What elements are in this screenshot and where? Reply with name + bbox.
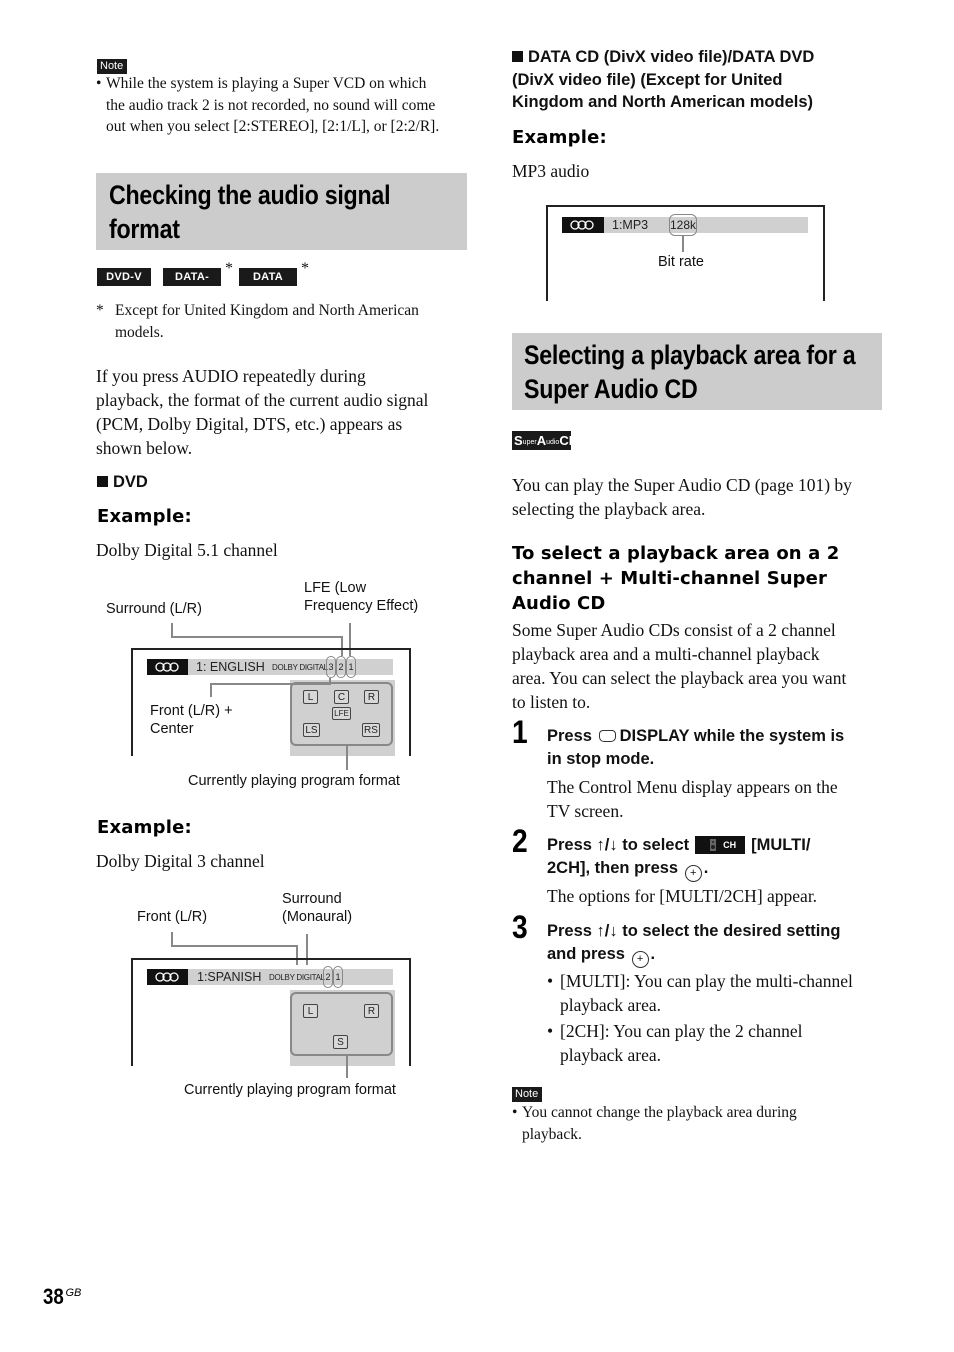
step-number-1: 1 — [512, 714, 528, 750]
footnote: * Except for United Kingdom and North Ame… — [96, 302, 419, 341]
osd-track: 1:SPANISH — [197, 970, 262, 984]
badge-dvd-v: DVD-V — [97, 268, 151, 286]
top-note-text: • While the system is playing a Super VCD… — [96, 75, 440, 135]
osd-codec: DOLBY DIGITAL — [272, 663, 328, 672]
section-header-audio-format: Checking the audio signal format — [96, 173, 467, 250]
multi-2ch-icon: CH — [695, 836, 746, 854]
badge-data-dvd: DATA DVD — [239, 268, 297, 301]
channel-lfe: 1 — [346, 656, 356, 678]
bottom-note-text: • You cannot change the playback area dur… — [512, 1104, 797, 1143]
tv-screen: 1:MP3 128k Bit rate — [546, 205, 825, 301]
callout-surround: Surround (L/R) — [106, 601, 202, 617]
speaker-rs: RS — [362, 723, 380, 737]
intro-paragraph: If you press AUDIO repeatedly during pla… — [96, 366, 429, 458]
step-2-instruction: Press ↑/↓ to select CH [MULTI/ 2CH], then … — [547, 834, 892, 882]
note-badge: Note — [97, 59, 128, 74]
subsection-title: To select a playback area on a 2 channel… — [512, 543, 840, 614]
audio-disc-icon — [147, 659, 188, 675]
channel-front: 2 — [323, 966, 333, 988]
callout-bit-rate: Bit rate — [658, 254, 704, 270]
callout-front-center: Front (L/R) + Center — [150, 703, 233, 737]
subsection-body: Some Super Audio CDs consist of a 2 chan… — [512, 620, 847, 712]
media-badges: DVD-V DATA-CD * DATA DVD * — [97, 260, 309, 301]
osd-codec: DOLBY DIGITAL — [269, 973, 325, 982]
section-header-sacd: Selecting a playback area for a Super Au… — [512, 333, 882, 410]
display-button-icon — [598, 730, 616, 742]
callout-front: Front (L/R) — [137, 909, 208, 925]
speaker-panel: L C R LFE LS RS — [290, 680, 395, 756]
step-2-result: The options for [MULTI/2CH] appear. — [547, 886, 818, 906]
step-3-options: • [MULTI]: You can play the multi-channel… — [547, 969, 892, 1067]
dvd-heading: DVD — [97, 471, 148, 494]
badge-super-audio-cd: Super Audio CD — [512, 431, 579, 450]
step-1-result: The Control Menu display appears on the … — [547, 777, 838, 821]
callout-lfe: LFE (Low Frequency Effect) — [304, 580, 419, 614]
enter-button-icon: + — [631, 951, 649, 968]
example-caption-3: MP3 audio — [512, 161, 590, 181]
osd-track: 1:MP3 — [612, 218, 649, 232]
bottom-note: Note — [512, 1084, 543, 1102]
example-label-1: Example: — [97, 506, 192, 527]
step-3-instruction: Press ↑/↓ to select the desired setting … — [547, 920, 892, 968]
osd-diagram-dolby-3: Front (L/R) Surround (Monaural) 1:SPANIS… — [100, 885, 460, 1105]
top-note: Note — [97, 56, 128, 74]
speaker-l: L — [303, 1004, 318, 1018]
sacd-intro: You can play the Super Audio CD (page 10… — [512, 475, 852, 519]
example-label-2: Example: — [97, 817, 192, 838]
square-bullet-icon — [97, 476, 108, 487]
speaker-lfe: LFE — [332, 707, 351, 720]
speaker-panel: L R S — [290, 990, 395, 1066]
speaker-s: S — [333, 1035, 348, 1049]
channel-surround: 2 — [336, 656, 346, 678]
audio-disc-icon — [562, 217, 604, 233]
step-number-2: 2 — [512, 823, 528, 859]
speaker-l: L — [303, 690, 318, 704]
note-badge: Note — [512, 1087, 543, 1102]
enter-button-icon: + — [684, 865, 702, 882]
osd-diagram-mp3: 1:MP3 128k Bit rate — [546, 205, 826, 301]
callout-program-format: Currently playing program format — [188, 773, 400, 789]
osd-bitrate: 128k — [669, 214, 697, 236]
example-caption-1: Dolby Digital 5.1 channel — [96, 540, 278, 560]
channel-surround: 1 — [333, 966, 343, 988]
speaker-c: C — [334, 690, 349, 704]
section-title: Selecting a playback area for a Super Au… — [524, 340, 856, 404]
divx-heading: DATA CD (DivX video file)/DATA DVD (DivX… — [512, 48, 815, 111]
osd-track: 1: ENGLISH — [196, 660, 265, 674]
step-number-3: 3 — [512, 909, 528, 945]
example-label-3: Example: — [512, 127, 607, 148]
step-1-instruction: Press DISPLAY while the system is in sto… — [547, 727, 845, 768]
speaker-r: R — [364, 690, 379, 704]
option-multi: • [MULTI]: You can play the multi-channel… — [547, 971, 853, 1015]
tv-screen: 1:SPANISH DOLBY DIGITAL 2 1 L R S — [131, 958, 411, 1066]
speaker-ls: LS — [303, 723, 320, 737]
section-title: Checking the audio signal format — [109, 180, 391, 244]
channel-front: 3 — [326, 656, 336, 678]
badge-data-cd: DATA-CD — [163, 268, 221, 301]
speaker-r: R — [364, 1004, 379, 1018]
option-2ch: • [2CH]: You can play the 2 channel playb… — [547, 1021, 803, 1065]
example-caption-2: Dolby Digital 3 channel — [96, 851, 265, 871]
page-number: 38 GB — [43, 1284, 82, 1309]
osd-diagram-dolby-5-1: Surround (L/R) LFE (Low Frequency Effect… — [100, 575, 460, 795]
square-bullet-icon — [512, 51, 523, 62]
callout-surround-mono: Surround (Monaural) — [282, 891, 353, 925]
callout-program-format: Currently playing program format — [184, 1082, 396, 1098]
audio-disc-icon — [147, 969, 188, 985]
